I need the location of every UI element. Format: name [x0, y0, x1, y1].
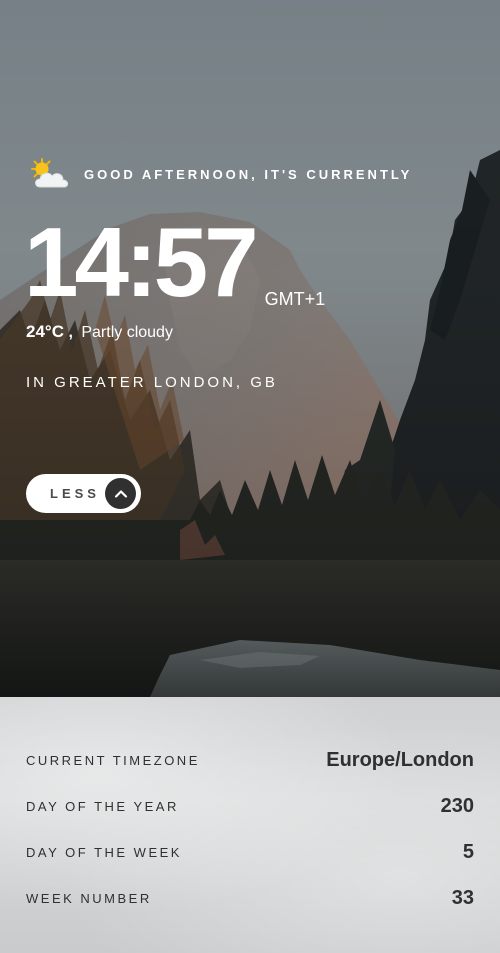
detail-label: WEEK NUMBER	[26, 890, 152, 906]
detail-row-day-of-year: DAY OF THE YEAR 230	[26, 791, 474, 821]
location: IN GREATER LONDON, GB	[26, 374, 278, 391]
detail-row-day-of-week: DAY OF THE WEEK 5	[26, 837, 474, 867]
less-button-label: LESS	[50, 486, 100, 501]
weather-summary: 24°C , Partly cloudy	[26, 322, 173, 342]
clock-time: 14:57	[24, 207, 259, 317]
greeting: GOOD AFTERNOON, IT'S CURRENTLY	[28, 156, 412, 192]
time-display: 14:57 GMT+1	[24, 212, 325, 312]
clock-app: GOOD AFTERNOON, IT'S CURRENTLY 14:57 GMT…	[0, 0, 500, 953]
detail-row-timezone: CURRENT TIMEZONE Europe/London	[26, 745, 474, 775]
temperature: 24°C	[26, 322, 64, 341]
details-panel: CURRENT TIMEZONE Europe/London DAY OF TH…	[0, 697, 500, 953]
partly-cloudy-icon	[31, 158, 69, 188]
chevron-up-icon	[105, 478, 136, 509]
hero-background	[0, 0, 500, 697]
detail-value: 33	[451, 886, 474, 909]
detail-value: Europe/London	[326, 748, 474, 771]
detail-row-week-number: WEEK NUMBER 33	[26, 883, 474, 913]
weather-separator: ,	[68, 324, 73, 341]
weather-condition: Partly cloudy	[81, 324, 173, 341]
timezone-abbreviation: GMT+1	[264, 289, 326, 309]
detail-value: 230	[440, 794, 474, 817]
greeting-text: GOOD AFTERNOON, IT'S CURRENTLY	[84, 166, 413, 182]
detail-label: CURRENT TIMEZONE	[26, 752, 200, 768]
detail-label: DAY OF THE YEAR	[26, 798, 179, 814]
hero-shade	[0, 0, 500, 697]
detail-label: DAY OF THE WEEK	[26, 844, 182, 860]
detail-value: 5	[462, 840, 474, 863]
less-button[interactable]: LESS	[26, 474, 141, 513]
